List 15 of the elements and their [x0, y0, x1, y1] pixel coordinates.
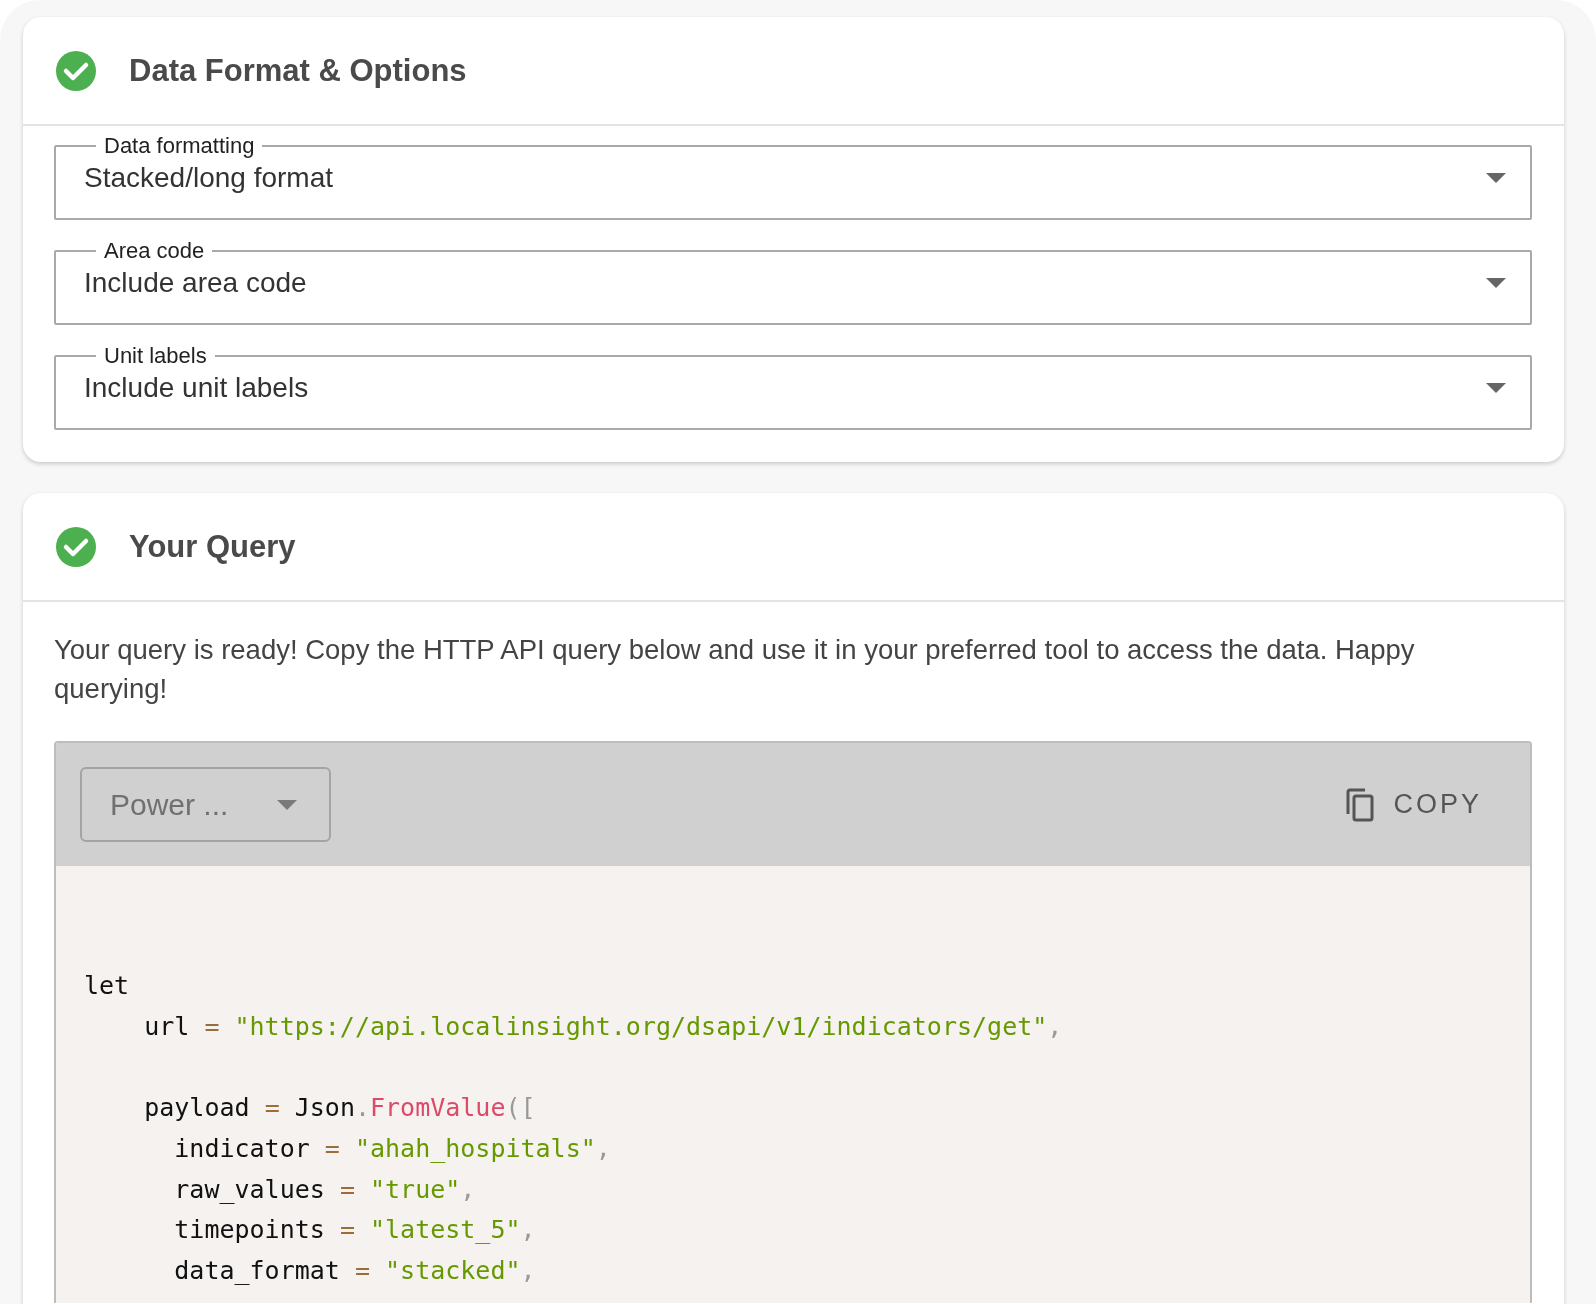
dropdown-caret-icon [1486, 173, 1506, 183]
select-field[interactable]: Area code Include area code [54, 239, 1532, 325]
copy-button[interactable]: COPY [1345, 781, 1482, 828]
select-field[interactable]: Unit labels Include unit labels [54, 344, 1532, 430]
check-circle-icon [55, 49, 97, 92]
copy-icon [1345, 787, 1376, 822]
select-field[interactable]: Data formatting Stacked/long format [54, 134, 1532, 220]
dropdown-caret-icon [277, 799, 297, 810]
card-title: Data Format & Options [129, 52, 467, 89]
check-circle-icon [55, 525, 97, 568]
card-title: Your Query [129, 528, 296, 565]
code-block: let url = "https://api.localinsight.org/dsapi/v1/indicators/get", payload = Json.FromValue([ indicator = "ahah_hospitals", raw_values = "true", timepoints = "latest_5", data_format = "stacked", [56, 866, 1530, 1303]
dropdown-caret-icon [1486, 383, 1506, 393]
dropdown-caret-icon [1486, 278, 1506, 288]
intro-text: Your query is ready! Copy the HTTP API query below and use it in your preferred tool to access the data. Happy querying! [54, 633, 1416, 706]
